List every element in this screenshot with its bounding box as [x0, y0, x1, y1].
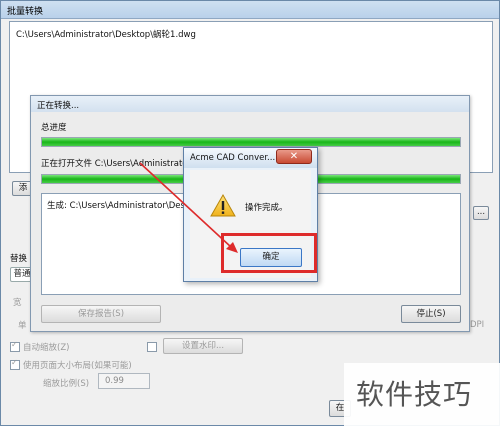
stop-button-label: 停止(S) — [416, 309, 446, 319]
scale-input[interactable]: 0.99 — [98, 373, 150, 389]
save-report-button-label: 保存报告(S) — [77, 309, 125, 319]
partial-bottom-button-label: 在 — [335, 403, 345, 413]
stop-button[interactable]: 停止(S) — [401, 305, 461, 323]
set-watermark-button[interactable]: 设置水印... — [163, 338, 243, 354]
close-button[interactable]: ✕ — [276, 149, 312, 164]
watermark: 软件技巧 — [344, 363, 500, 426]
opening-file-label: 正在打开文件 C:\Users\Administrator — [41, 159, 191, 169]
auto-zoom-label: 自动缩放(Z) — [23, 343, 70, 353]
scale-input-value: 0.99 — [105, 376, 124, 386]
watermark-checkbox[interactable] — [147, 342, 157, 352]
total-progress-label: 总进度 — [41, 123, 67, 133]
page-size-checkbox[interactable] — [10, 358, 20, 370]
browse-button[interactable]: ... — [473, 206, 489, 220]
message-text: 操作完成。 — [245, 203, 288, 213]
close-icon: ✕ — [289, 151, 299, 162]
progress-dialog-titlebar: 正在转换... — [31, 96, 469, 112]
page-size-label: 使用页面大小布局(如果可能) — [23, 361, 132, 371]
auto-zoom-checkbox[interactable] — [10, 340, 20, 352]
watermark-text: 软件技巧 — [356, 378, 473, 411]
scale-label: 缩放比例(S) — [43, 379, 90, 389]
dpi-label: DPI — [470, 320, 485, 330]
total-progress-fill — [42, 138, 460, 146]
total-progress-bar — [41, 137, 461, 147]
partial-option-label-a: 宽 — [13, 298, 22, 308]
save-report-button[interactable]: 保存报告(S) — [41, 305, 161, 323]
replace-dropdown-value: 普通 — [13, 269, 31, 279]
progress-dialog-title: 正在转换... — [37, 101, 80, 111]
partial-option-label-b: 单 — [18, 321, 27, 331]
highlight-box — [221, 233, 317, 273]
add-files-button-label: 添 — [18, 183, 28, 193]
set-watermark-button-label: 设置水印... — [181, 341, 225, 351]
replace-section-label: 替换 — [10, 254, 28, 264]
batch-window-title: 批量转换 — [7, 7, 44, 17]
message-box-title: Acme CAD Conver... — [190, 153, 276, 163]
batch-window-titlebar: 批量转换 — [1, 1, 499, 19]
browse-button-label: ... — [476, 207, 486, 217]
log-line: 生成: C:\Users\Administrator\Deskt — [47, 201, 194, 211]
file-list-item[interactable]: C:\Users\Administrator\Desktop\蜗轮1.dwg — [16, 28, 196, 40]
warning-icon — [210, 194, 236, 217]
